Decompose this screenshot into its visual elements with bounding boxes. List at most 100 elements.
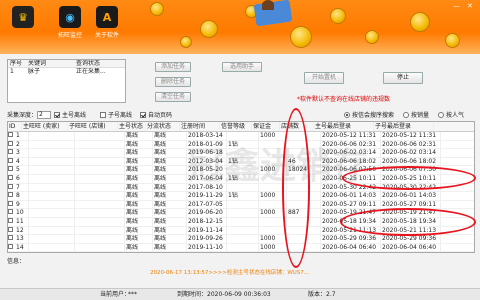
row-checkbox[interactable] [8, 226, 13, 232]
add-task-button[interactable]: 添加任务 [155, 62, 191, 72]
table-cell: 2019-09-26 [187, 235, 227, 243]
status-bar: 当前用户： *** 到期时间：2020-06-09 00:36:03 版本：2.… [0, 288, 480, 300]
table-cell: 2020-06-06 02:31 [321, 140, 381, 149]
table-cell: 离线 [125, 149, 153, 157]
table-cell [29, 200, 75, 209]
grid-col-header[interactable]: 主旺旺 (卖家) [22, 122, 68, 131]
depth-input[interactable]: 2 [37, 110, 52, 119]
grid-col-header[interactable]: 信誉等级 [220, 122, 252, 131]
camera-icon: ◉ [59, 6, 81, 28]
grid-col-header[interactable]: 主号状态 [118, 122, 146, 131]
grid-col-header[interactable]: 分流状态 [146, 122, 180, 131]
table-cell: 离线 [153, 252, 187, 253]
table-cell [227, 252, 259, 253]
table-row[interactable]: 13 离线 离线 2019-09-26 1000 2020-05-29 09:36 2020… [8, 235, 474, 244]
row-checkbox[interactable] [8, 235, 13, 241]
table-cell: 1钻 [227, 174, 259, 183]
depth-option: 采集深度： 2 [7, 110, 52, 119]
table-cell [75, 149, 125, 157]
use-helper-button[interactable]: 选用助手 [222, 62, 262, 72]
auto-page-option[interactable]: 自动页码 [140, 110, 172, 119]
grid-col-header[interactable]: 子号最后登录 [374, 122, 434, 131]
sort-credit-option[interactable]: 按信会搜序搜索 [344, 110, 394, 119]
row-checkbox[interactable] [8, 174, 13, 180]
row-checkbox[interactable] [8, 149, 13, 155]
table-row[interactable]: 2 离线 离线 2018-01-09 1钻 2020-06-06 02:31 2020-06… [8, 140, 474, 150]
toolbar-item-monitor[interactable]: ◉ 拓旺监控 [55, 6, 85, 39]
highlight-oval-login-1 [342, 166, 476, 190]
row-checkbox[interactable] [8, 252, 13, 253]
table-cell: 离线 [153, 140, 187, 149]
table-cell [227, 132, 259, 140]
sub-online-checkbox[interactable] [100, 111, 106, 118]
row-checkbox[interactable] [8, 243, 13, 249]
row-checkbox[interactable] [8, 192, 13, 198]
grid-col-header[interactable]: 主号最后登录 [314, 122, 374, 131]
table-cell [75, 217, 125, 226]
table-cell: 离线 [153, 183, 187, 192]
auto-page-checkbox[interactable] [140, 111, 146, 118]
sort-sales-option[interactable]: 按销量 [403, 110, 429, 119]
table-cell: 离线 [153, 174, 187, 183]
table-cell: 1 [15, 132, 29, 140]
table-row[interactable]: 15离线离线2019-12-2439692020-06-06 07:372020… [8, 252, 474, 253]
table-cell: 2020-06-01 14:03 [381, 192, 441, 200]
main-online-checkbox[interactable] [54, 111, 60, 118]
table-cell: 离线 [125, 166, 153, 174]
main-online-option[interactable]: 主号离线 [54, 110, 86, 119]
row-checkbox[interactable] [8, 140, 13, 146]
top-banner: ♛ ◉ 拓旺监控 A 关于软件 — ✕ [0, 0, 480, 54]
row-checkbox[interactable] [8, 183, 13, 189]
table-cell: 8 [15, 192, 29, 200]
sort-popularity-option[interactable]: 按人气 [438, 110, 464, 119]
table-cell: 2020-05-29 09:36 [321, 235, 381, 243]
table-row[interactable]: 1 离线 离线 2018-03-14 1000 2020-05-12 11:31 2020-… [8, 132, 474, 141]
minimize-button[interactable]: — [453, 2, 460, 10]
table-cell: 2020-06-04 06:40 [321, 243, 381, 252]
delete-task-button[interactable]: 删除任务 [155, 77, 191, 87]
close-button[interactable]: ✕ [467, 2, 473, 10]
table-cell [29, 157, 75, 166]
sort-credit-radio[interactable] [344, 111, 350, 118]
table-cell [29, 140, 75, 149]
grid-col-header[interactable]: 注册时间 [180, 122, 220, 131]
table-cell [75, 235, 125, 243]
keyword-row[interactable]: 1 脉子 正在采集... [8, 68, 125, 76]
row-checkbox[interactable] [8, 157, 13, 163]
table-cell: 离线 [153, 217, 187, 226]
table-cell: 离线 [153, 166, 187, 174]
table-row[interactable]: 3 离线 离线 2019-06-18 2020-06-02 03:14 2020-06-0… [8, 149, 474, 158]
sort-popularity-radio[interactable] [438, 111, 444, 118]
table-row[interactable]: 14 离线 离线 2019-11-10 1000 2020-06-04 06:40 2020… [8, 243, 474, 252]
grid-col-header[interactable]: ID [8, 122, 22, 131]
table-cell [29, 174, 75, 183]
table-cell: 2012-03-04 [187, 157, 227, 166]
sub-online-option[interactable]: 子号离线 [100, 110, 132, 119]
table-cell [227, 226, 259, 235]
row-checkbox[interactable] [8, 132, 13, 137]
start-collect-button[interactable]: 开始置机 [304, 72, 344, 84]
row-checkbox[interactable] [8, 200, 13, 206]
sort-sales-radio[interactable] [403, 111, 409, 118]
row-checkbox[interactable] [8, 217, 13, 223]
toolbar-item-home[interactable]: ♛ [8, 6, 38, 30]
table-cell [75, 132, 125, 140]
table-cell [29, 183, 75, 192]
stop-button[interactable]: 停止 [383, 72, 423, 84]
table-cell: 离线 [125, 217, 153, 226]
toolbar-item-about[interactable]: A 关于软件 [92, 6, 122, 39]
table-cell: 2 [15, 140, 29, 149]
row-checkbox[interactable] [8, 209, 13, 215]
grid-col-header[interactable]: 子旺旺 (店铺) [68, 122, 118, 131]
table-cell [29, 149, 75, 157]
clear-task-button[interactable]: 清空任务 [155, 92, 191, 102]
table-cell: 1钻 [227, 157, 259, 166]
table-cell: 2019-06-18 [187, 149, 227, 157]
table-cell [75, 252, 125, 253]
table-row[interactable]: 8 离线 离线 2019-11-29 1钻 1000 2020-06-01 14:03 202… [8, 192, 474, 201]
grid-header: ID 主旺旺 (卖家) 子旺旺 (店铺) 主号状态 分流状态 注册时间 信誉等级 保证金 店铺数… [8, 122, 474, 132]
table-cell: 2020-06-06 07:37 [321, 252, 381, 253]
row-checkbox[interactable] [8, 166, 13, 172]
table-cell: 离线 [125, 235, 153, 243]
grid-col-header[interactable]: 保证金 [252, 122, 280, 131]
